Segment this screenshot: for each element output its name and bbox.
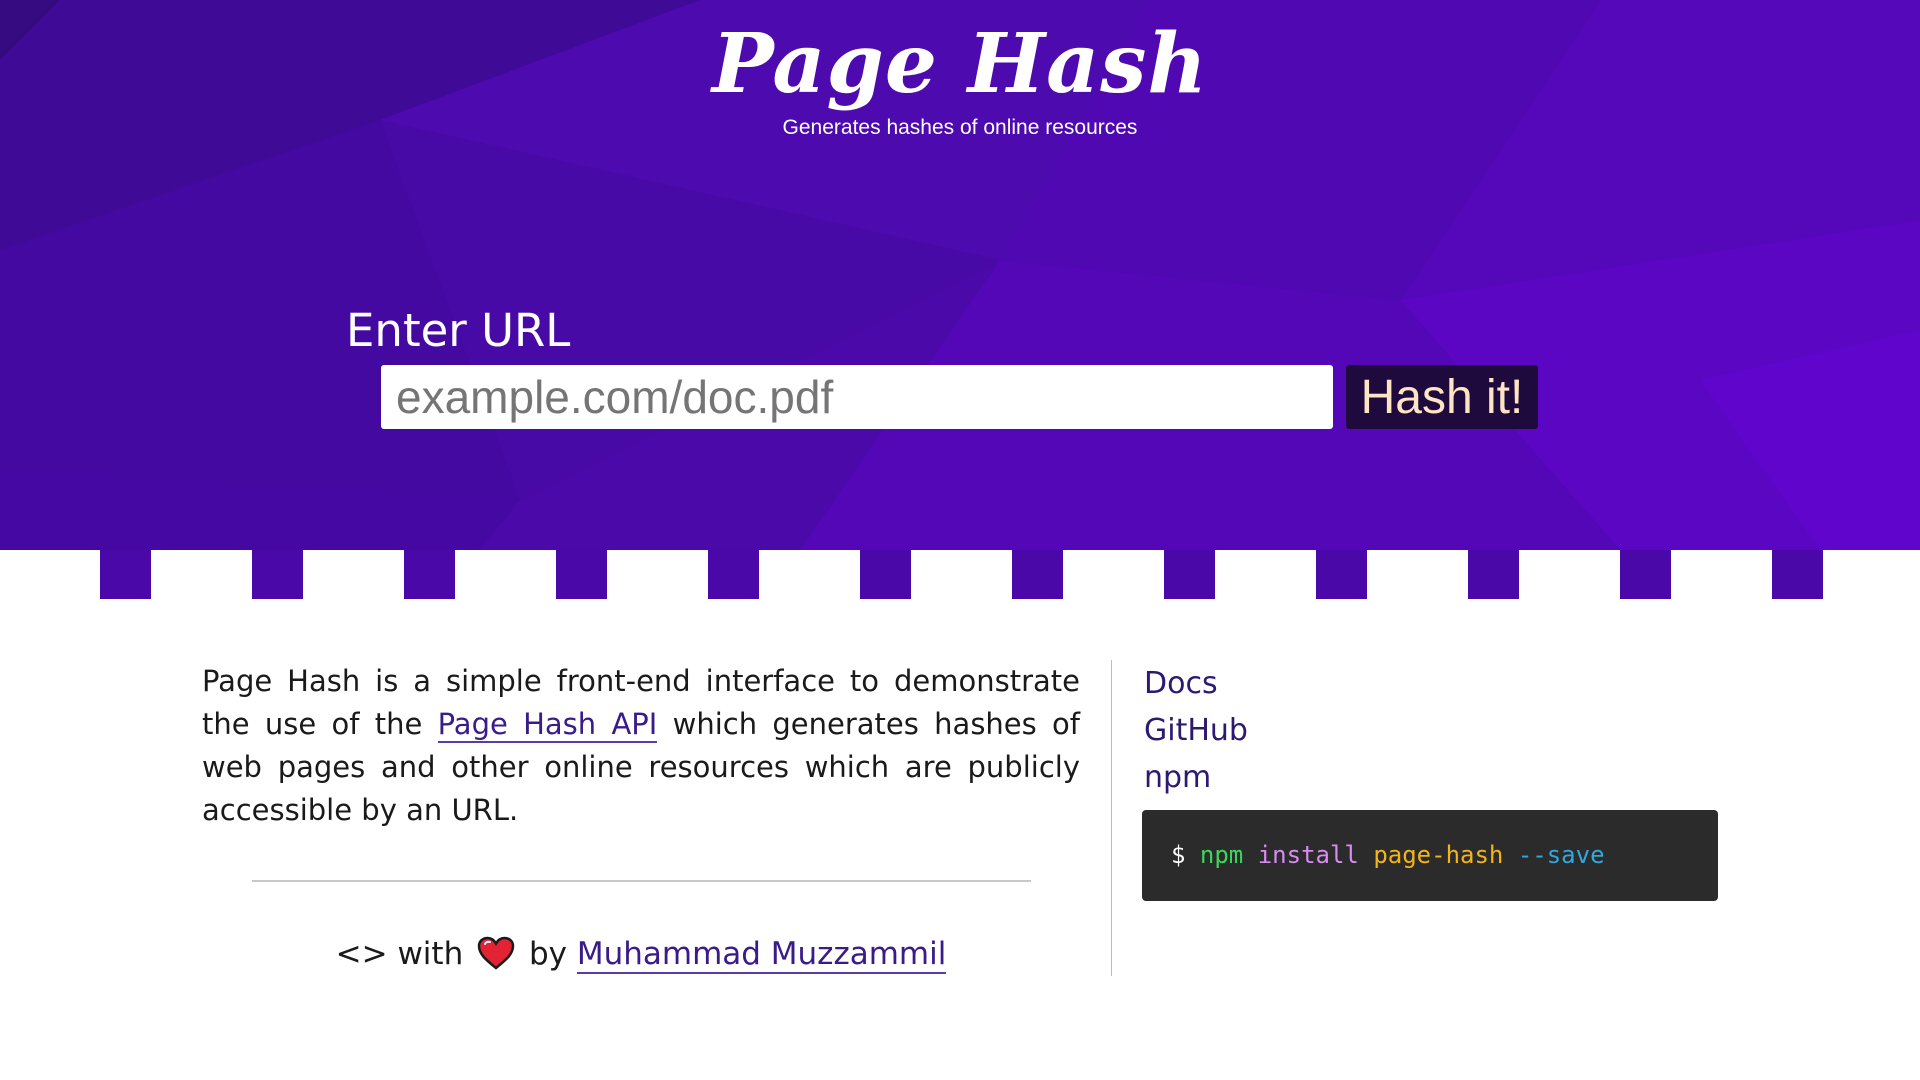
hash-button[interactable]: Hash it! — [1346, 365, 1538, 429]
install-code-block: $ npm install page-hash --save — [1142, 810, 1718, 901]
code-prompt: $ — [1171, 841, 1186, 869]
code-package: page-hash — [1373, 841, 1504, 869]
url-input[interactable] — [381, 365, 1333, 429]
code-flag: --save — [1517, 841, 1605, 869]
heart-icon — [477, 936, 515, 970]
app-subtitle: Generates hashes of online resources — [782, 116, 1138, 139]
code-subcommand: install — [1257, 841, 1359, 869]
code-command: npm — [1199, 841, 1244, 869]
vertical-divider — [1111, 660, 1112, 976]
crenellation-divider — [100, 550, 1823, 599]
npm-link[interactable]: npm — [1144, 754, 1248, 801]
credit-prefix: <> with — [335, 936, 464, 972]
credit-line: <> with by Muhammad Muzzammil — [202, 936, 1080, 974]
brand: Page Hash Generates hashes of online res… — [0, 14, 1920, 140]
author-link[interactable]: Muhammad Muzzammil — [576, 936, 947, 974]
divider-line — [252, 880, 1031, 882]
description: Page Hash is a simple front-end interfac… — [202, 660, 1080, 832]
sidebar-links: Docs GitHub npm — [1144, 660, 1248, 801]
app-title: Page Hash — [711, 16, 1209, 112]
hero-banner: Page Hash Generates hashes of online res… — [0, 0, 1920, 550]
github-link[interactable]: GitHub — [1144, 707, 1248, 754]
url-label: Enter URL — [346, 304, 571, 357]
api-link[interactable]: Page Hash API — [437, 707, 658, 743]
credit-by: by — [528, 936, 567, 972]
docs-link[interactable]: Docs — [1144, 660, 1248, 707]
